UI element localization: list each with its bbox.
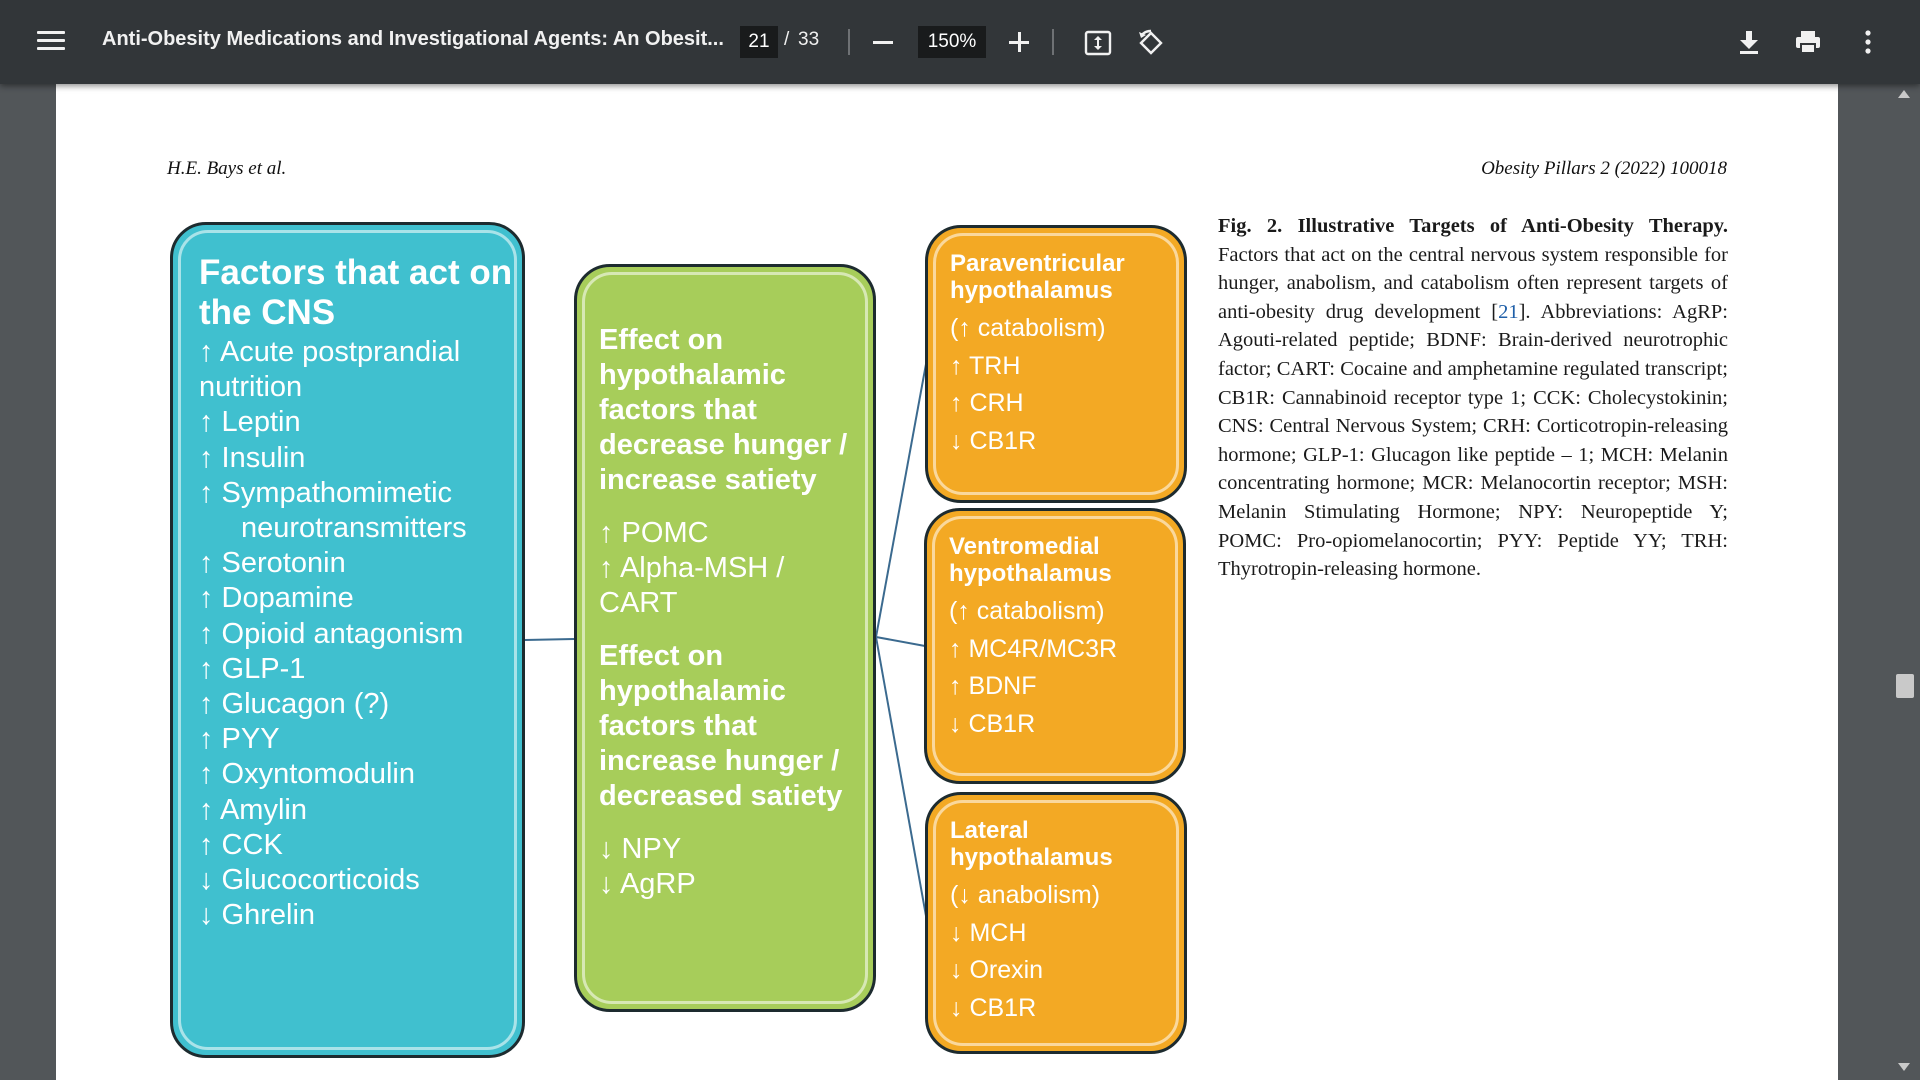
document-title: Anti-Obesity Medications and Investigati… [102, 28, 724, 50]
zoom-in-icon[interactable] [1009, 32, 1029, 52]
ventromedial-hypothalamus-box: Ventromedial hypothalamus (↑ catabolism)… [924, 508, 1186, 784]
cns-factor: ↑ Leptin [199, 406, 301, 439]
region-target: ↑ TRH [950, 351, 1021, 380]
hypothalamic-factor: ↑ POMC [599, 517, 709, 549]
cns-factor: ↓ Ghrelin [199, 899, 316, 932]
hypothalamic-factor: ↓ NPY [599, 833, 682, 865]
toolbar-divider [1052, 29, 1054, 55]
download-icon[interactable] [1737, 29, 1761, 55]
increase-hunger-heading: Effect on hypothalamic factors that incr… [599, 640, 843, 812]
connector-line [875, 636, 926, 647]
toolbar-divider [848, 29, 850, 55]
decrease-hunger-heading: Effect on hypothalamic factors that decr… [599, 324, 848, 496]
pdf-page: H.E. Bays et al. Obesity Pillars 2 (2022… [56, 84, 1838, 1080]
scrollbar-thumb[interactable] [1896, 674, 1914, 698]
cns-box-title: Factors that act on the CNS [199, 253, 513, 332]
connector-line [875, 363, 927, 638]
hypothalamic-effects-box: Effect on hypothalamic factors that decr… [574, 264, 876, 1012]
page-total: 33 [798, 29, 820, 50]
cns-factor: ↑ CCK [199, 828, 283, 861]
region-target: ↓ Orexin [950, 956, 1044, 984]
cns-factor: ↑ Dopamine [199, 582, 354, 615]
hypothalamic-factor: ↓ AgRP [599, 868, 696, 900]
print-icon[interactable] [1794, 29, 1822, 55]
pdf-toolbar: Anti-Obesity Medications and Investigati… [0, 0, 1920, 84]
fit-page-icon[interactable] [1084, 29, 1112, 57]
cns-factor: ↑ Opioid antagonism [199, 617, 464, 650]
rotate-icon[interactable] [1136, 28, 1166, 58]
figure-caption: Fig. 2. Illustrative Targets of Anti-Obe… [1218, 212, 1728, 584]
cns-factor: ↑ GLP-1 [199, 652, 306, 685]
paraventricular-hypothalamus-box: Paraventricular hypothalamus (↑ cataboli… [925, 225, 1187, 503]
cns-factor: neurotransmitters [241, 512, 467, 545]
hypothalamic-factor: ↑ Alpha-MSH / CART [599, 552, 785, 619]
page-separator: / [784, 29, 790, 50]
cns-factor: ↑ PYY [199, 723, 280, 756]
region-effect: (↓ anabolism) [950, 881, 1101, 909]
page-number-input[interactable]: 21 [740, 26, 778, 58]
scroll-down-arrow-icon[interactable] [1898, 1063, 1910, 1071]
cns-factor: ↑ Glucagon (?) [199, 688, 390, 721]
region-target: ↑ MC4R/MC3R [949, 634, 1118, 663]
cns-factor: ↑ Acute postprandial nutrition [199, 336, 461, 404]
region-title: Ventromedial hypothalamus [949, 533, 1112, 587]
connector-line [875, 636, 927, 917]
region-title: Lateral hypothalamus [950, 817, 1113, 871]
menu-icon[interactable] [34, 26, 68, 58]
cns-factor: ↑ Amylin [199, 793, 307, 826]
reference-link[interactable]: 21 [1498, 301, 1519, 323]
caption-text: ]. Abbreviations: AgRP: Agouti-related p… [1218, 300, 1728, 581]
region-effect: (↑ catabolism) [950, 314, 1106, 342]
region-target: ↓ MCH [950, 918, 1027, 947]
cns-factor: ↑ Oxyntomodulin [199, 758, 415, 791]
lateral-hypothalamus-box: Lateral hypothalamus (↓ anabolism) ↓ MCH… [925, 792, 1187, 1054]
connector-line [524, 638, 575, 641]
region-title: Paraventricular hypothalamus [950, 250, 1125, 304]
running-head-journal: Obesity Pillars 2 (2022) 100018 [1481, 158, 1727, 179]
zoom-out-icon[interactable] [873, 41, 893, 44]
figure-label: Fig. 2. Illustrative Targets of Anti-Obe… [1218, 215, 1728, 237]
region-target: ↑ BDNF [949, 672, 1037, 700]
cns-factor: ↓ Glucocorticoids [199, 864, 420, 897]
region-effect: (↑ catabolism) [949, 597, 1105, 625]
region-target: ↓ CB1R [949, 709, 1036, 738]
region-target: ↓ CB1R [950, 993, 1037, 1022]
cns-factor: ↑ Insulin [199, 441, 306, 474]
cns-factor: ↑ Sympathomimetic [199, 476, 453, 509]
cns-factor: ↑ Serotonin [199, 547, 346, 580]
region-target: ↓ CB1R [950, 426, 1037, 455]
scroll-up-arrow-icon[interactable] [1898, 90, 1910, 98]
cns-factors-box: Factors that act on the CNS ↑ Acute post… [170, 222, 525, 1058]
region-target: ↑ CRH [950, 389, 1024, 417]
zoom-level-input[interactable]: 150% [918, 26, 986, 58]
more-options-icon[interactable] [1862, 29, 1874, 55]
